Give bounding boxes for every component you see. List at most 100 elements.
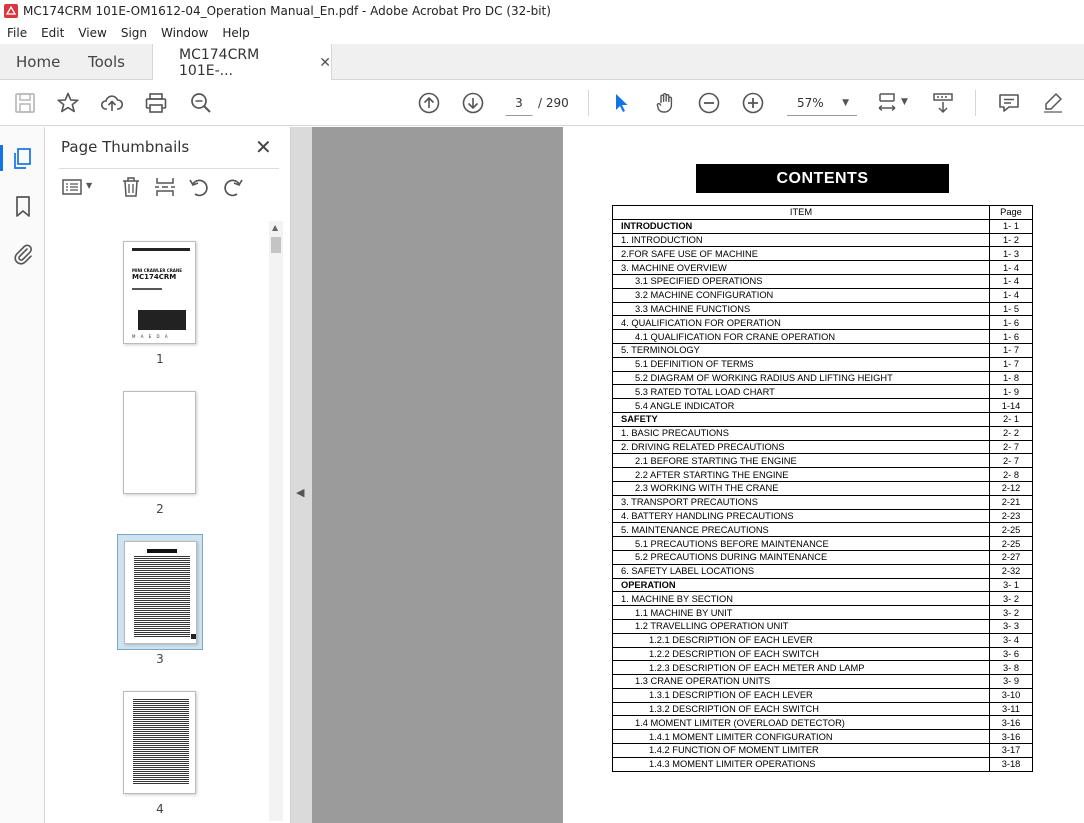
attachment-icon[interactable]	[12, 242, 34, 266]
thumbnail-page-4[interactable]	[123, 691, 196, 794]
toc-item-label: 4. BATTERY HANDLING PRECAUTIONS	[612, 509, 990, 523]
tab-home[interactable]: Home	[16, 44, 60, 80]
chevron-down-icon[interactable]: ▼	[86, 181, 92, 190]
menu-window[interactable]: Window	[154, 26, 215, 40]
table-row[interactable]: 1.2.2 DESCRIPTION OF EACH SWITCH 3- 6	[612, 647, 1033, 661]
bookmark-icon[interactable]	[13, 195, 33, 219]
page-up-icon[interactable]	[416, 90, 442, 116]
table-row[interactable]: 2.3 WORKING WITH THE CRANE 2-12	[612, 481, 1033, 496]
toc-item-label: 5.2 DIAGRAM OF WORKING RADIUS AND LIFTIN…	[612, 371, 990, 385]
page-thumbnails-icon[interactable]	[12, 147, 34, 171]
table-row[interactable]: 1.2.1 DESCRIPTION OF EACH LEVER 3- 4	[612, 633, 1033, 647]
scroll-mode-icon[interactable]	[930, 90, 956, 116]
table-row[interactable]: 1.1 MACHINE BY UNIT 3- 2	[612, 605, 1033, 620]
thumbnail-page-2[interactable]	[123, 391, 196, 494]
search-icon[interactable]	[188, 90, 214, 116]
table-row[interactable]: 1.4.3 MOMENT LIMITER OPERATIONS 3-18	[612, 757, 1033, 772]
table-row[interactable]: 4. BATTERY HANDLING PRECAUTIONS 2-23	[612, 509, 1033, 523]
hand-tool-icon[interactable]	[652, 90, 678, 116]
star-icon[interactable]	[55, 90, 81, 116]
zoom-in-icon[interactable]	[740, 90, 766, 116]
upload-cloud-icon[interactable]	[99, 90, 125, 116]
table-row[interactable]: 5.3 RATED TOTAL LOAD CHART 1- 9	[612, 384, 1033, 399]
select-cursor-icon[interactable]	[608, 90, 634, 116]
thumbnail-page-3[interactable]	[124, 541, 197, 644]
table-row[interactable]: SAFETY 2- 1	[612, 412, 1033, 427]
table-row[interactable]: 3. TRANSPORT PRECAUTIONS 2-21	[612, 495, 1033, 510]
table-row[interactable]: 1.3 CRANE OPERATION UNITS 3- 9	[612, 674, 1033, 689]
close-tab-icon[interactable]: ✕	[319, 55, 331, 71]
tab-tools[interactable]: Tools	[88, 44, 125, 80]
table-row[interactable]: 1.4.2 FUNCTION OF MOMENT LIMITER 3-17	[612, 743, 1033, 758]
table-row[interactable]: OPERATION 3- 1	[612, 578, 1033, 592]
page-fit-icon[interactable]	[874, 90, 900, 116]
table-row[interactable]: 5. MAINTENANCE PRECAUTIONS 2-25	[612, 522, 1033, 537]
table-row[interactable]: 3.2 MACHINE CONFIGURATION 1- 4	[612, 288, 1033, 303]
table-row[interactable]: 3. MACHINE OVERVIEW 1- 4	[612, 260, 1033, 275]
chevron-down-icon[interactable]: ▼	[901, 97, 908, 107]
toc-item-label: 5. TERMINOLOGY	[612, 343, 990, 358]
highlight-pen-icon[interactable]	[1040, 90, 1066, 116]
scroll-up-icon[interactable]: ▲	[272, 223, 278, 232]
table-row[interactable]: 2. DRIVING RELATED PRECAUTIONS 2- 7	[612, 440, 1033, 454]
table-row[interactable]: 5.1 PRECAUTIONS BEFORE MAINTENANCE 2-25	[612, 536, 1033, 551]
page-down-icon[interactable]	[460, 90, 486, 116]
table-row[interactable]: 1.3.2 DESCRIPTION OF EACH SWITCH 3-11	[612, 702, 1033, 716]
table-row[interactable]: 1.2 TRAVELLING OPERATION UNIT 3- 3	[612, 619, 1033, 634]
zoom-level-field[interactable]: 57% ▼	[787, 90, 857, 116]
toc-page-number: 2- 2	[989, 426, 1033, 441]
table-row[interactable]: 2.FOR SAFE USE OF MACHINE 1- 3	[612, 246, 1033, 261]
rotate-left-icon[interactable]	[187, 175, 211, 199]
active-indicator	[0, 145, 3, 171]
menu-edit[interactable]: Edit	[34, 26, 71, 40]
scrollbar-thumb[interactable]	[271, 237, 281, 253]
left-rail	[0, 127, 45, 823]
current-page-input[interactable]: 3	[505, 90, 533, 116]
table-row[interactable]: 5.1 DEFINITION OF TERMS 1- 7	[612, 357, 1033, 372]
thumbnail-options-icon[interactable]	[61, 175, 85, 199]
toc-item-label: 2. DRIVING RELATED PRECAUTIONS	[612, 440, 990, 454]
table-row[interactable]: INTRODUCTION 1- 1	[612, 219, 1033, 234]
table-row[interactable]: 1. BASIC PRECAUTIONS 2- 2	[612, 426, 1033, 441]
table-row[interactable]: 1.4 MOMENT LIMITER (OVERLOAD DETECTOR) 3-…	[612, 715, 1033, 730]
table-row[interactable]: 1.3.1 DESCRIPTION OF EACH LEVER 3-10	[612, 688, 1033, 703]
table-row[interactable]: 5.2 PRECAUTIONS DURING MAINTENANCE 2-27	[612, 550, 1033, 565]
close-panel-icon[interactable]: ✕	[255, 135, 272, 159]
thumbnails-panel: Page Thumbnails ✕ ▼ ▲ MINI CRAWLER CRANE…	[45, 127, 291, 823]
thumbnail-page-1[interactable]: MINI CRAWLER CRANE MC174CRM M A E D A	[123, 241, 196, 344]
toc-page-number: 1- 4	[989, 260, 1033, 275]
menu-help[interactable]: Help	[215, 26, 256, 40]
print-icon[interactable]	[143, 90, 169, 116]
delete-page-icon[interactable]	[119, 175, 143, 199]
extract-page-icon[interactable]	[153, 175, 177, 199]
menu-sign[interactable]: Sign	[114, 26, 154, 40]
save-icon[interactable]	[12, 90, 38, 116]
table-row[interactable]: 6. SAFETY LABEL LOCATIONS 2-32	[612, 564, 1033, 579]
collapse-panel-icon[interactable]: ◀	[296, 486, 304, 499]
table-row[interactable]: 2.1 BEFORE STARTING THE ENGINE 2- 7	[612, 453, 1033, 468]
table-row[interactable]: 1. MACHINE BY SECTION 3- 2	[612, 591, 1033, 606]
table-row[interactable]: 3.1 SPECIFIED OPERATIONS 1- 4	[612, 274, 1033, 289]
menu-view[interactable]: View	[71, 26, 113, 40]
zoom-out-icon[interactable]	[696, 90, 722, 116]
comment-icon[interactable]	[996, 90, 1022, 116]
table-row[interactable]: 2.2 AFTER STARTING THE ENGINE 2- 8	[612, 467, 1033, 482]
thumbnail-scrollbar[interactable]	[269, 221, 283, 821]
table-row[interactable]: 5.2 DIAGRAM OF WORKING RADIUS AND LIFTIN…	[612, 371, 1033, 385]
toc-item-label: 3. MACHINE OVERVIEW	[612, 260, 990, 275]
table-row[interactable]: 1. INTRODUCTION 1- 2	[612, 233, 1033, 247]
tab-document[interactable]: MC174CRM 101E-... ✕	[152, 44, 332, 81]
table-row[interactable]: 5. TERMINOLOGY 1- 7	[612, 343, 1033, 358]
table-row[interactable]: 5.4 ANGLE INDICATOR 1-14	[612, 398, 1033, 413]
rotate-right-icon[interactable]	[221, 175, 245, 199]
thumbnails-title: Page Thumbnails	[61, 138, 190, 156]
toc-page-number: 1- 1	[989, 219, 1033, 234]
toc-item-label: 1.2.2 DESCRIPTION OF EACH SWITCH	[612, 647, 990, 661]
table-row[interactable]: 4.1 QUALIFICATION FOR CRANE OPERATION 1- …	[612, 329, 1033, 344]
table-row[interactable]: 4. QUALIFICATION FOR OPERATION 1- 6	[612, 315, 1033, 330]
pdf-page: CONTENTS ITEM Page INTRODUCTION 1- 1 1. IN…	[563, 127, 1084, 823]
table-row[interactable]: 3.3 MACHINE FUNCTIONS 1- 5	[612, 302, 1033, 316]
table-row[interactable]: 1.2.3 DESCRIPTION OF EACH METER AND LAMP…	[612, 660, 1033, 675]
menu-file[interactable]: File	[0, 26, 34, 40]
table-row[interactable]: 1.4.1 MOMENT LIMITER CONFIGURATION 3-16	[612, 729, 1033, 744]
